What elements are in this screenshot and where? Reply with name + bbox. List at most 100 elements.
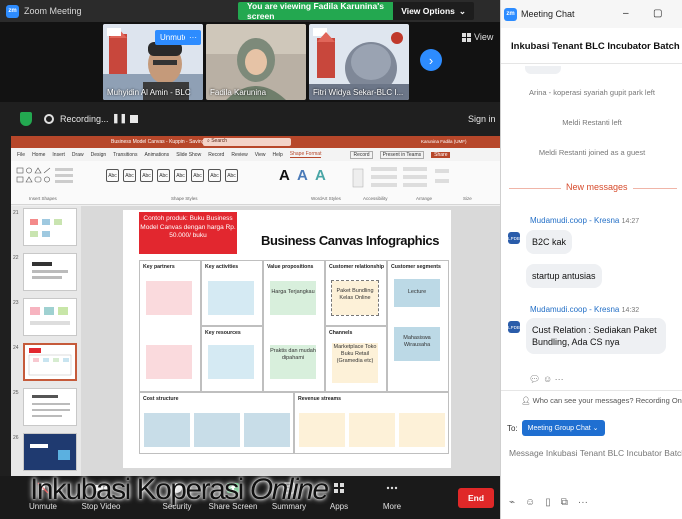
more-button[interactable]: More: [367, 482, 417, 511]
sender-avatar[interactable]: LPDB: [508, 232, 520, 244]
ppt-share-button[interactable]: Share: [431, 151, 451, 158]
minimize-icon[interactable]: –: [623, 8, 629, 19]
customer-segments-cell[interactable]: Customer segments Lecture Mahasiswa Wira…: [387, 260, 449, 392]
ppt-menu-help[interactable]: Help: [272, 152, 282, 158]
message-time: 14:27: [621, 218, 640, 225]
chat-message-bubble[interactable]: Cust Relation : Sediakan Paket Bundling,…: [526, 318, 666, 354]
more-icon[interactable]: ···: [555, 374, 564, 384]
sticky-note[interactable]: [349, 413, 395, 447]
ppt-menu-shape-format[interactable]: Shape Format: [289, 151, 322, 158]
sticky-note[interactable]: [146, 345, 192, 379]
screenshot-icon[interactable]: ⧉: [561, 497, 568, 508]
participant-tile[interactable]: Unmute ··· Muhyidin Al Amin - BLC: [103, 24, 203, 100]
chat-window-title: Meeting Chat: [521, 9, 575, 19]
shape-style-swatch[interactable]: Abc: [225, 169, 238, 182]
product-example-note[interactable]: Contoh produk: Buku Business Model Canva…: [139, 212, 237, 254]
sticky-note[interactable]: [194, 413, 240, 447]
shape-style-swatch[interactable]: Abc: [157, 169, 170, 182]
wordart-style-blue[interactable]: A: [297, 167, 308, 184]
view-button[interactable]: View: [462, 32, 493, 42]
slide-thumbnail[interactable]: [23, 208, 77, 246]
customer-relationship-cell[interactable]: Customer relationship Paket Bundling Kel…: [325, 260, 387, 326]
sticky-note[interactable]: [244, 413, 290, 447]
who-can-see-link[interactable]: 👤︎ Who can see your messages? Recording …: [521, 396, 682, 405]
reply-icon[interactable]: 💬︎: [529, 374, 540, 384]
stop-recording-button[interactable]: [130, 115, 138, 123]
sticky-note[interactable]: [270, 281, 316, 315]
key-resources-cell[interactable]: Key resources: [201, 326, 263, 392]
insert-shapes-gallery[interactable]: [15, 165, 75, 195]
shape-style-swatch[interactable]: Abc: [123, 169, 136, 182]
participant-tile[interactable]: Fitri Widya Sekar-BLC I...: [309, 24, 409, 100]
slide-thumbnail-selected[interactable]: [23, 343, 77, 381]
sticky-note[interactable]: [208, 345, 254, 379]
value-propositions-cell[interactable]: Value propositions Harga Terjangkau Prak…: [263, 260, 325, 392]
more-icon[interactable]: ···: [578, 497, 588, 508]
cost-structure-cell[interactable]: Cost structure: [139, 392, 294, 454]
sender-avatar[interactable]: LPDB: [508, 321, 520, 333]
slide-title[interactable]: Business Canvas Infographics: [261, 233, 439, 248]
ppt-menu-view[interactable]: View: [255, 152, 266, 158]
ppt-menu-draw[interactable]: Draw: [72, 152, 84, 158]
slide-thumbnail[interactable]: [23, 433, 77, 471]
chat-message-bubble[interactable]: startup antusias: [526, 264, 602, 288]
ppt-menu-slideshow[interactable]: Slide Show: [176, 152, 201, 158]
ribbon-group-accessibility: Accessibility: [363, 196, 388, 201]
sign-in-link[interactable]: Sign in: [468, 114, 496, 124]
shape-style-swatch[interactable]: Abc: [140, 169, 153, 182]
format-icon[interactable]: ⌁: [509, 497, 515, 508]
wordart-style-teal[interactable]: A: [315, 167, 326, 184]
ppt-menu-bar: File Home Insert Draw Design Transitions…: [11, 148, 500, 161]
sticky-note[interactable]: [146, 281, 192, 315]
revenue-streams-cell[interactable]: Revenue streams: [294, 392, 449, 454]
ppt-record-button[interactable]: Record: [350, 150, 373, 159]
participant-tile[interactable]: Fadila Karunina: [206, 24, 306, 100]
slide-number: 26: [13, 435, 19, 441]
slide-thumbnail[interactable]: [23, 253, 77, 291]
emoji-icon[interactable]: ☺: [543, 374, 552, 384]
file-icon[interactable]: ▯: [545, 497, 551, 508]
end-meeting-button[interactable]: End: [458, 488, 494, 508]
shape-style-swatch[interactable]: Abc: [191, 169, 204, 182]
tile-more-button[interactable]: ···: [185, 30, 201, 45]
ppt-menu-review[interactable]: Review: [231, 152, 247, 158]
ppt-menu-transitions[interactable]: Transitions: [113, 152, 137, 158]
slide-thumbnail[interactable]: [23, 298, 77, 336]
pause-recording-button[interactable]: ❚❚: [112, 113, 127, 124]
ppt-menu-animations[interactable]: Animations: [144, 152, 169, 158]
key-activities-cell[interactable]: Key activities: [201, 260, 263, 326]
wordart-style-black[interactable]: A: [279, 167, 290, 184]
ppt-menu-file[interactable]: File: [17, 152, 25, 158]
recipient-dropdown[interactable]: Meeting Group Chat ⌄: [521, 420, 605, 436]
view-options-button[interactable]: View Options ⌄: [393, 2, 474, 20]
emoji-icon[interactable]: ☺: [525, 497, 535, 508]
shape-style-swatch[interactable]: Abc: [174, 169, 187, 182]
chat-message-bubble[interactable]: B2C kak: [526, 230, 573, 254]
sticky-text: Mahasiswa Wirausaha: [403, 335, 431, 348]
sender-name: Mudamudi.coop - Kresna: [530, 216, 620, 225]
chat-meeting-name: Inkubasi Tenant BLC Incubator Batch 10.: [511, 41, 682, 52]
sticky-note[interactable]: [399, 413, 445, 447]
current-slide[interactable]: Contoh produk: Buku Business Model Canva…: [123, 210, 451, 468]
shape-style-swatch[interactable]: Abc: [106, 169, 119, 182]
slide-thumbnail[interactable]: [23, 388, 77, 426]
shape-style-swatch[interactable]: Abc: [208, 169, 221, 182]
ppt-menu-record[interactable]: Record: [208, 152, 224, 158]
ppt-search-box[interactable]: ⌕ Search: [203, 138, 291, 146]
ppt-menu-design[interactable]: Design: [91, 152, 107, 158]
ppt-menu-insert[interactable]: Insert: [52, 152, 65, 158]
key-partners-cell[interactable]: Key partners: [139, 260, 201, 392]
gallery-next-button[interactable]: ›: [420, 49, 442, 71]
sticky-note[interactable]: [144, 413, 190, 447]
channels-cell[interactable]: Channels Marketplace Toko Buku Retail (G…: [325, 326, 387, 392]
chat-message-input[interactable]: Message Inkubasi Tenant BLC Incubator Ba…: [509, 448, 682, 458]
maximize-icon[interactable]: ▢: [653, 8, 662, 19]
sticky-note[interactable]: [299, 413, 345, 447]
sticky-note[interactable]: [208, 281, 254, 315]
ppt-present-teams-button[interactable]: Present in Teams: [379, 150, 425, 159]
arrange-controls[interactable]: [351, 165, 451, 195]
cell-label: Channels: [329, 330, 353, 336]
viewing-banner: You are viewing Fadila Karunina's screen…: [238, 2, 474, 20]
system-message: Meldi Restanti left: [562, 118, 622, 127]
ppt-menu-home[interactable]: Home: [32, 152, 45, 158]
